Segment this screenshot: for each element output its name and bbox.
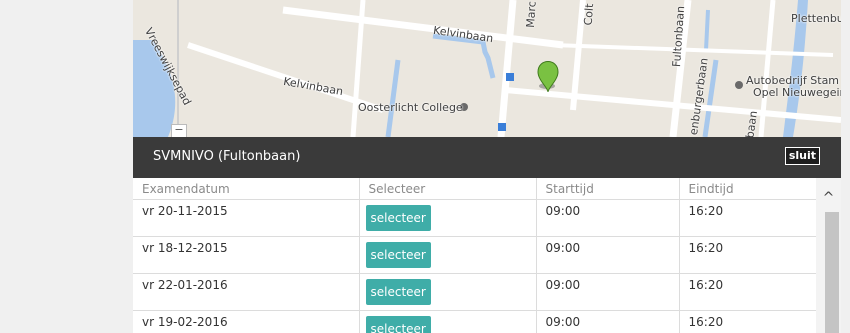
column-header-eindtijd: Eindtijd bbox=[679, 178, 816, 200]
map-label-oosterlicht: Oosterlicht College bbox=[358, 101, 463, 114]
scroll-up-arrow-icon[interactable]: ^ bbox=[816, 188, 841, 208]
map-view[interactable]: Kelvinbaan Kelvinbaan Vreeswijksepad Mar… bbox=[133, 0, 841, 137]
end-time: 16:20 bbox=[679, 310, 816, 333]
scrollbar-thumb[interactable] bbox=[825, 212, 839, 333]
column-header-selecteer: Selecteer bbox=[359, 178, 537, 200]
start-time: 09:00 bbox=[536, 236, 680, 274]
exam-date: vr 20-11-2015 bbox=[133, 199, 360, 237]
left-gutter bbox=[0, 0, 133, 333]
exam-table-container: Examendatum Selecteer Starttijd Eindtijd… bbox=[133, 178, 816, 333]
table-row: vr 19-02-2016 selecteer 09:00 16:20 bbox=[133, 310, 816, 333]
table-row: vr 22-01-2016 selecteer 09:00 16:20 bbox=[133, 273, 816, 311]
map-label-marconi: Marc bbox=[523, 0, 539, 29]
end-time: 16:20 bbox=[679, 236, 816, 274]
select-cell: selecteer bbox=[359, 273, 537, 311]
end-time: 16:20 bbox=[679, 199, 816, 237]
exam-date: vr 18-12-2015 bbox=[133, 236, 360, 274]
end-time: 16:20 bbox=[679, 273, 816, 311]
column-header-starttijd: Starttijd bbox=[536, 178, 680, 200]
map-graphic bbox=[133, 0, 841, 137]
select-button[interactable]: selecteer bbox=[365, 279, 431, 305]
select-cell: selecteer bbox=[359, 236, 537, 274]
start-time: 09:00 bbox=[536, 273, 680, 311]
scrollbar[interactable]: ^ bbox=[816, 178, 841, 333]
select-button[interactable]: selecteer bbox=[365, 316, 431, 333]
select-button[interactable]: selecteer bbox=[365, 242, 431, 268]
table-row: vr 18-12-2015 selecteer 09:00 16:20 bbox=[133, 236, 816, 274]
modal-title: SVMNIVO (Fultonbaan) bbox=[153, 149, 301, 164]
map-label-plettenburg: Plettenbu bbox=[791, 12, 841, 25]
exam-date: vr 22-01-2016 bbox=[133, 273, 360, 311]
select-cell: selecteer bbox=[359, 199, 537, 237]
close-button[interactable]: sluit bbox=[784, 147, 820, 165]
exam-table: Examendatum Selecteer Starttijd Eindtijd… bbox=[133, 178, 816, 333]
right-gutter bbox=[841, 0, 850, 333]
map-label-autobedrijf-2: Opel Nieuwegein bbox=[753, 86, 841, 99]
table-header-row: Examendatum Selecteer Starttijd Eindtijd bbox=[133, 178, 816, 200]
map-label-colt: Colt bbox=[581, 3, 597, 26]
exam-date: vr 19-02-2016 bbox=[133, 310, 360, 333]
start-time: 09:00 bbox=[536, 199, 680, 237]
modal-header: SVMNIVO (Fultonbaan) sluit bbox=[133, 137, 841, 178]
column-header-examendatum: Examendatum bbox=[133, 178, 360, 200]
start-time: 09:00 bbox=[536, 310, 680, 333]
table-row: vr 20-11-2015 selecteer 09:00 16:20 bbox=[133, 199, 816, 237]
select-button[interactable]: selecteer bbox=[365, 205, 431, 231]
select-cell: selecteer bbox=[359, 310, 537, 333]
map-zoom-out-button[interactable]: − bbox=[171, 124, 187, 137]
